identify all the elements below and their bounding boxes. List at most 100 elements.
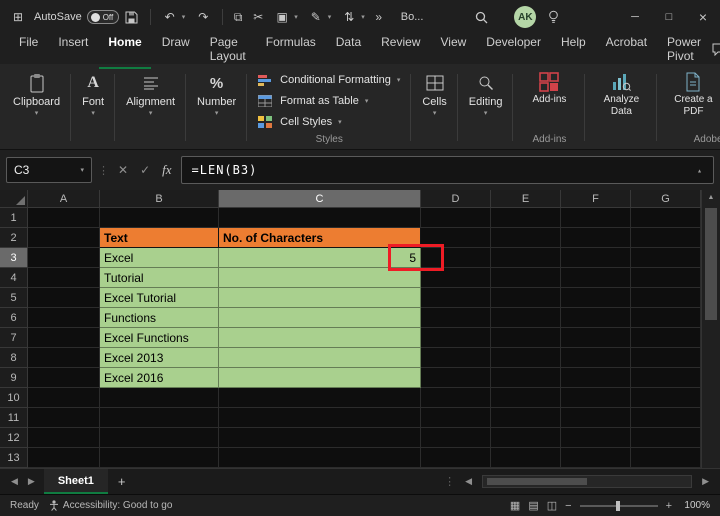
cell-B7[interactable]: Excel Functions xyxy=(100,328,219,348)
row-header-1[interactable]: 1 xyxy=(0,208,28,228)
cell-C5[interactable] xyxy=(219,288,421,308)
cell-D6[interactable] xyxy=(421,308,491,328)
vertical-scrollbar-thumb[interactable] xyxy=(705,208,717,320)
cell-E13[interactable] xyxy=(491,448,561,468)
menu-tab-draw[interactable]: Draw xyxy=(153,30,199,69)
row-header-10[interactable]: 10 xyxy=(0,388,28,408)
cell-C6[interactable] xyxy=(219,308,421,328)
cell-C12[interactable] xyxy=(219,428,421,448)
copy-button[interactable]: ⧉ xyxy=(228,10,248,25)
ideas-button[interactable] xyxy=(548,10,568,24)
column-header-A[interactable]: A xyxy=(28,190,100,208)
cell-E8[interactable] xyxy=(491,348,561,368)
cell-G7[interactable] xyxy=(631,328,701,348)
select-all-corner[interactable] xyxy=(0,190,28,208)
quick-access-overflow-button[interactable]: » xyxy=(369,10,389,24)
zoom-slider-thumb[interactable] xyxy=(615,500,620,511)
cell-G8[interactable] xyxy=(631,348,701,368)
cell-styles-button[interactable]: Cell Styles ▾ xyxy=(254,112,404,132)
cell-G11[interactable] xyxy=(631,408,701,428)
font-button[interactable]: A Font ▾ xyxy=(78,68,108,117)
cell-G9[interactable] xyxy=(631,368,701,388)
cell-F1[interactable] xyxy=(561,208,631,228)
cell-C11[interactable] xyxy=(219,408,421,428)
account-avatar[interactable]: AK xyxy=(514,6,537,28)
paste-button[interactable]: ▣ ▾ xyxy=(268,10,302,24)
sheet-nav-right-button[interactable]: ▶ xyxy=(23,476,40,487)
cell-G3[interactable] xyxy=(631,248,701,268)
column-header-C[interactable]: C xyxy=(219,190,421,208)
cell-A3[interactable] xyxy=(28,248,100,268)
conditional-formatting-button[interactable]: Conditional Formatting ▾ xyxy=(254,70,404,90)
alignment-button[interactable]: Alignment ▾ xyxy=(122,68,179,117)
menu-tab-developer[interactable]: Developer xyxy=(477,30,550,69)
search-button[interactable] xyxy=(475,11,488,24)
cell-A1[interactable] xyxy=(28,208,100,228)
row-header-3[interactable]: 3 xyxy=(0,248,28,268)
redo-button[interactable]: ↷ xyxy=(189,10,217,24)
menu-tab-power-pivot[interactable]: Power Pivot xyxy=(658,30,710,69)
accessibility-status[interactable]: Accessibility: Good to go xyxy=(49,500,172,511)
expand-formula-bar-icon[interactable]: ▴ xyxy=(697,166,703,175)
cell-B9[interactable]: Excel 2016 xyxy=(100,368,219,388)
cell-E5[interactable] xyxy=(491,288,561,308)
create-pdf-button[interactable]: Create a PDF xyxy=(664,68,720,129)
cell-D1[interactable] xyxy=(421,208,491,228)
cell-F5[interactable] xyxy=(561,288,631,308)
cell-B2[interactable]: Text xyxy=(100,228,219,248)
sheet-tab-sheet1[interactable]: Sheet1 xyxy=(43,469,108,494)
sheet-nav-left-button[interactable]: ◀ xyxy=(6,476,23,487)
cell-F2[interactable] xyxy=(561,228,631,248)
row-header-8[interactable]: 8 xyxy=(0,348,28,368)
menu-tab-formulas[interactable]: Formulas xyxy=(257,30,325,69)
enter-button[interactable]: ✓ xyxy=(137,163,153,177)
comments-button[interactable] xyxy=(712,43,720,56)
cell-A6[interactable] xyxy=(28,308,100,328)
menu-tab-help[interactable]: Help xyxy=(552,30,595,69)
cell-C13[interactable] xyxy=(219,448,421,468)
menu-tab-insert[interactable]: Insert xyxy=(49,30,97,69)
cell-A2[interactable] xyxy=(28,228,100,248)
cell-E4[interactable] xyxy=(491,268,561,288)
cell-C4[interactable] xyxy=(219,268,421,288)
cell-A12[interactable] xyxy=(28,428,100,448)
cell-B13[interactable] xyxy=(100,448,219,468)
cell-E11[interactable] xyxy=(491,408,561,428)
cell-A9[interactable] xyxy=(28,368,100,388)
menu-tab-home[interactable]: Home xyxy=(99,30,151,69)
hscroll-right-button[interactable]: ▶ xyxy=(697,476,714,487)
zoom-level[interactable]: 100% xyxy=(680,500,710,511)
cell-G2[interactable] xyxy=(631,228,701,248)
row-header-11[interactable]: 11 xyxy=(0,408,28,428)
addins-button[interactable]: Add-ins xyxy=(520,68,578,106)
add-sheet-button[interactable]: + xyxy=(108,474,136,489)
cell-G1[interactable] xyxy=(631,208,701,228)
cell-C7[interactable] xyxy=(219,328,421,348)
cell-E9[interactable] xyxy=(491,368,561,388)
cell-F6[interactable] xyxy=(561,308,631,328)
cell-B10[interactable] xyxy=(100,388,219,408)
cell-G10[interactable] xyxy=(631,388,701,408)
menu-tab-data[interactable]: Data xyxy=(327,30,370,69)
cell-F11[interactable] xyxy=(561,408,631,428)
row-header-9[interactable]: 9 xyxy=(0,368,28,388)
editing-button[interactable]: Editing ▾ xyxy=(465,68,507,117)
formula-input[interactable]: =LEN(B3) ▴ xyxy=(180,156,714,184)
cell-C1[interactable] xyxy=(219,208,421,228)
cell-B5[interactable]: Excel Tutorial xyxy=(100,288,219,308)
column-header-G[interactable]: G xyxy=(631,190,701,208)
cell-F8[interactable] xyxy=(561,348,631,368)
cell-D8[interactable] xyxy=(421,348,491,368)
cell-D12[interactable] xyxy=(421,428,491,448)
undo-button[interactable]: ↶ ▾ xyxy=(156,10,190,24)
column-header-E[interactable]: E xyxy=(491,190,561,208)
cell-A13[interactable] xyxy=(28,448,100,468)
scroll-up-icon[interactable]: ▲ xyxy=(702,194,720,201)
cell-F7[interactable] xyxy=(561,328,631,348)
hscroll-left-button[interactable]: ◀ xyxy=(460,476,477,487)
row-header-6[interactable]: 6 xyxy=(0,308,28,328)
tabbar-divider-icon[interactable]: ⋮ xyxy=(444,475,455,488)
zoom-slider[interactable] xyxy=(579,500,658,511)
cell-D5[interactable] xyxy=(421,288,491,308)
cell-E6[interactable] xyxy=(491,308,561,328)
